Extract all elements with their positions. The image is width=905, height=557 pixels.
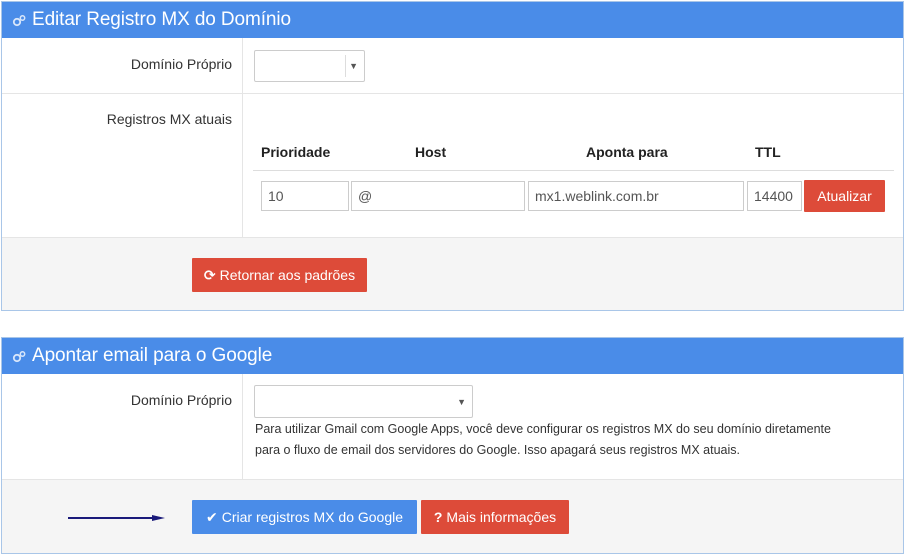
priority-input[interactable]: 10: [261, 181, 349, 211]
reset-defaults-label: Retornar aos padrões: [219, 267, 356, 283]
mx-footer: ⟳ Retornar aos padrões: [2, 238, 903, 310]
records-row: Registros MX atuais: [2, 94, 903, 238]
check-icon: ✔: [205, 508, 218, 525]
host-input[interactable]: @: [351, 181, 525, 211]
points-to-input[interactable]: mx1.weblink.com.br: [528, 181, 744, 211]
google-domain-row: Domínio Próprio ▼ Para utilizar Gmail co…: [2, 374, 903, 480]
refresh-icon: ⟳: [203, 266, 216, 283]
google-domain-select[interactable]: ▼: [254, 385, 473, 418]
caret-down-icon: ▼: [349, 61, 358, 71]
col-ttl: TTL: [755, 144, 781, 160]
google-domain-label: Domínio Próprio: [130, 392, 232, 408]
col-points-to: Aponta para: [586, 144, 668, 160]
create-google-mx-button[interactable]: ✔ Criar registros MX do Google: [192, 500, 417, 534]
mx-edit-panel-title: Editar Registro MX do Domínio: [32, 9, 291, 30]
more-info-button[interactable]: ? Mais informações: [421, 500, 569, 534]
more-info-label: Mais informações: [446, 509, 557, 525]
table-header-divider: [253, 170, 894, 171]
help-line-2: para o fluxo de email dos servidores do …: [255, 443, 740, 457]
create-google-mx-label: Criar registros MX do Google: [221, 509, 404, 525]
mx-edit-panel-header: Editar Registro MX do Domínio: [2, 2, 903, 38]
google-help-text: Para utilizar Gmail com Google Apps, voc…: [255, 419, 895, 461]
pointer-arrow-icon: [68, 515, 165, 521]
ttl-input[interactable]: 14400: [747, 181, 802, 211]
google-panel-header: Apontar email para o Google: [2, 338, 903, 374]
domain-row: Domínio Próprio ▼: [2, 38, 903, 94]
caret-down-icon: ▼: [457, 396, 466, 407]
help-line-1: Para utilizar Gmail com Google Apps, voc…: [255, 422, 831, 436]
reset-defaults-button[interactable]: ⟳ Retornar aos padrões: [192, 258, 367, 292]
col-priority: Prioridade: [261, 144, 331, 160]
google-panel: Apontar email para o Google Domínio Próp…: [1, 337, 904, 554]
gears-icon: [12, 350, 26, 364]
gears-icon: [12, 14, 26, 28]
domain-label: Domínio Próprio: [130, 56, 232, 72]
question-icon: ?: [433, 509, 443, 525]
google-panel-title: Apontar email para o Google: [32, 345, 273, 366]
col-host: Host: [415, 144, 447, 160]
update-button[interactable]: Atualizar: [804, 180, 885, 212]
records-label: Registros MX atuais: [106, 111, 232, 127]
domain-select[interactable]: ▼: [254, 50, 365, 82]
